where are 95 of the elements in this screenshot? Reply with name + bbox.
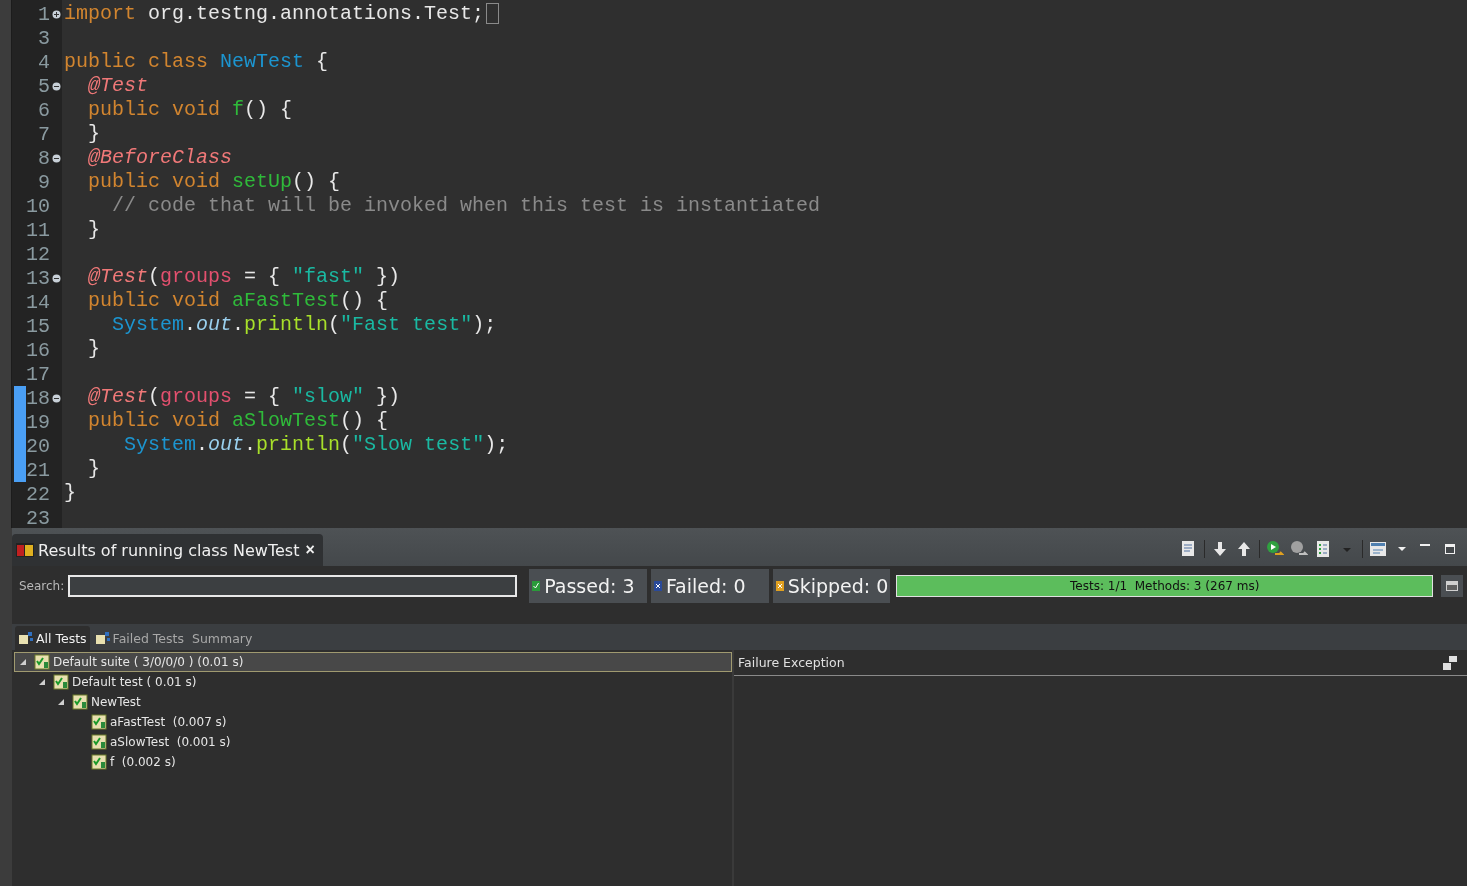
code-line: @Test(groups = { "slow" }) — [87, 384, 401, 408]
tree-item-label: Default suite ( 3/0/0/0 ) (0.01 s) — [53, 655, 244, 669]
collapse-fold-icon[interactable] — [51, 393, 61, 403]
line-number: 4 — [38, 50, 50, 74]
line-number: 10 — [26, 194, 50, 218]
list-icon[interactable] — [1314, 540, 1332, 558]
code-line: @Test — [87, 74, 148, 98]
check-icon — [532, 581, 541, 591]
line-number: 12 — [26, 242, 50, 266]
line-number: 23 — [26, 506, 50, 530]
test-result-icon — [91, 754, 107, 770]
expanded-triangle-icon[interactable] — [57, 698, 65, 706]
line-number: 5 — [38, 74, 50, 98]
progress-text: Tests: 1/1 Methods: 3 (267 ms) — [1069, 578, 1261, 595]
line-number: 16 — [26, 338, 50, 362]
code-line: System.out.println("Fast test"); — [111, 313, 497, 337]
code-line: public void aSlowTest() { — [87, 408, 389, 432]
code-line: public void f() { — [87, 98, 293, 122]
tree-item-label: f (0.002 s) — [110, 755, 176, 769]
code-line: } — [64, 480, 76, 504]
code-line: public void setUp() { — [87, 169, 341, 193]
layout-icon[interactable] — [1369, 540, 1387, 558]
line-number: 7 — [38, 122, 50, 146]
collapse-fold-icon[interactable] — [51, 273, 61, 283]
line-number: 17 — [26, 362, 50, 386]
search-field[interactable] — [68, 575, 518, 597]
line-number: 9 — [38, 170, 50, 194]
rerun-icon[interactable] — [1266, 540, 1284, 558]
line-number: 18 — [26, 386, 50, 410]
counter-label: Passed: 3 — [544, 575, 635, 597]
line-number: 22 — [26, 482, 50, 506]
tree-item-label: Default test ( 0.01 s) — [72, 675, 197, 689]
search-label: Search: — [19, 579, 65, 593]
up-arrow-icon[interactable] — [1235, 540, 1253, 558]
tab[interactable]: Summary — [189, 626, 256, 650]
code-line: } — [87, 456, 100, 480]
tree-item-label: aFastTest (0.007 s) — [110, 715, 227, 729]
line-number: 20 — [26, 434, 50, 458]
code-line: // code that will be invoked when this test is instantiated — [111, 193, 821, 217]
code-line: @Test(groups = { "fast" }) — [87, 265, 401, 289]
code-line: System.out.println("Slow test"); — [123, 432, 509, 456]
line-number: 6 — [38, 98, 50, 122]
tree-item[interactable]: aFastTest (0.007 s) — [14, 712, 732, 732]
counter-label: Skipped: 0 — [787, 575, 889, 597]
line-number: 3 — [38, 26, 50, 50]
code-line: public class NewTest { — [64, 50, 329, 74]
tree-item[interactable]: Default suite ( 3/0/0/0 ) (0.01 s) — [14, 652, 732, 672]
counter-label: Failed: 0 — [665, 575, 746, 597]
line-number: 1 — [38, 2, 50, 26]
view-tab-title: Results of running class NewTest — [38, 540, 300, 560]
panel-title: Failure Exception — [738, 655, 845, 670]
code-line: } — [87, 122, 100, 145]
testng-logo-icon — [16, 543, 34, 557]
test-result-icon — [72, 694, 88, 710]
line-number: 8 — [38, 146, 50, 170]
down-arrow-icon[interactable] — [1211, 540, 1229, 558]
code-line: @BeforeClass — [87, 145, 233, 169]
code-line: } — [87, 337, 100, 361]
rerun-failed-icon[interactable] — [1290, 540, 1308, 558]
code-line: import org.testng.annotations.Test; — [64, 2, 485, 26]
code-line: } — [87, 217, 100, 241]
tree-item[interactable]: NewTest — [14, 692, 732, 712]
hierarchy-icon — [94, 631, 111, 645]
x-icon — [775, 581, 784, 591]
test-result-icon — [91, 714, 107, 730]
line-number: 11 — [26, 218, 50, 242]
tree-item[interactable]: Default test ( 0.01 s) — [14, 672, 732, 692]
test-result-icon — [34, 654, 50, 670]
close-button[interactable]: × — [303, 541, 317, 559]
code-line: public void aFastTest() { — [87, 289, 389, 313]
tree-item-label: NewTest — [91, 695, 141, 709]
line-number: 19 — [26, 410, 50, 434]
expanded-triangle-icon[interactable] — [38, 678, 46, 686]
expand-fold-icon[interactable] — [51, 9, 61, 19]
line-number: 21 — [26, 458, 50, 482]
tree-item-label: aSlowTest (0.001 s) — [110, 735, 231, 749]
x-icon — [653, 581, 662, 591]
panel-icon — [1446, 581, 1458, 591]
collapse-fold-icon[interactable] — [51, 81, 61, 91]
view-tab[interactable]: Results of running class NewTest × — [12, 534, 323, 566]
hierarchy-icon — [18, 631, 34, 645]
layout-toggle-button[interactable] — [1441, 575, 1463, 597]
line-number: 13 — [26, 266, 50, 290]
tree-item[interactable]: f (0.002 s) — [14, 752, 732, 772]
tab[interactable]: Failed Tests — [91, 626, 187, 650]
expanded-triangle-icon[interactable] — [19, 658, 27, 666]
test-result-icon — [53, 674, 69, 690]
line-number: 14 — [26, 290, 50, 314]
tree-item[interactable]: aSlowTest (0.001 s) — [14, 732, 732, 752]
folded-code-icon[interactable] — [486, 3, 500, 25]
collapse-fold-icon[interactable] — [51, 153, 61, 163]
line-number: 15 — [26, 314, 50, 338]
restore-icon[interactable] — [1443, 655, 1457, 670]
test-result-icon — [91, 734, 107, 750]
tab[interactable]: All Tests — [15, 626, 90, 650]
